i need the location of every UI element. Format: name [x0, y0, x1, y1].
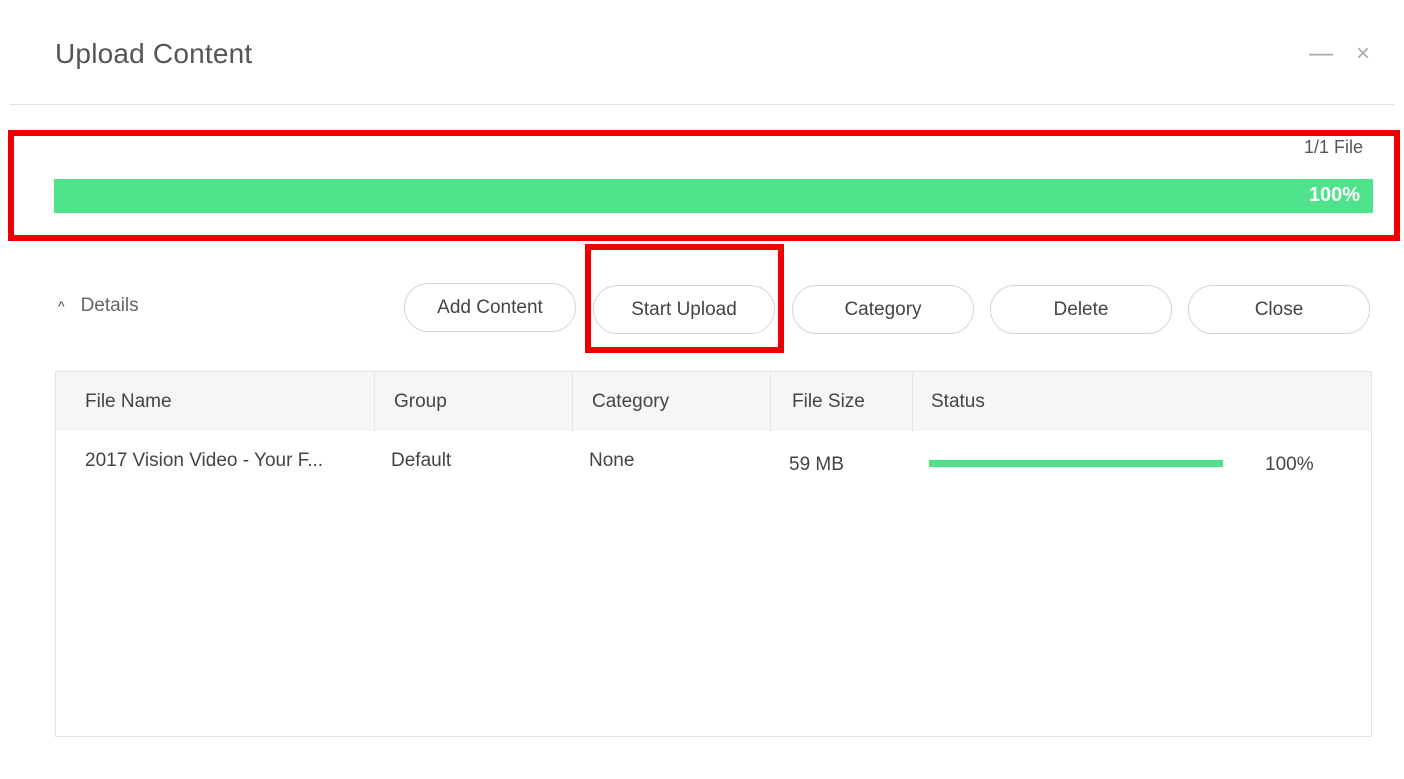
cell-file-size: 59 MB [789, 454, 844, 475]
close-icon[interactable]: × [1352, 40, 1374, 68]
details-toggle[interactable]: ^ Details [58, 295, 139, 317]
dialog-title: Upload Content [55, 38, 253, 69]
minimize-icon[interactable]: — [1309, 40, 1333, 68]
delete-button[interactable]: Delete [990, 285, 1172, 334]
add-content-button[interactable]: Add Content [404, 283, 576, 332]
close-button[interactable]: Close [1188, 285, 1370, 334]
file-table: File Name Group Category File Size Statu… [55, 371, 1372, 737]
start-upload-button[interactable]: Start Upload [593, 285, 775, 334]
overall-progress-fill [54, 179, 1373, 213]
column-header-category[interactable]: Category [573, 372, 771, 431]
upload-content-dialog: Upload Content — × 1/1 File 100% ^ Detai… [0, 0, 1404, 779]
overall-progress-label: 100% [1308, 184, 1360, 206]
row-progress-fill [929, 460, 1223, 467]
column-header-status[interactable]: Status [913, 372, 1370, 431]
header-divider [10, 104, 1394, 105]
chevron-up-icon: ^ [58, 298, 65, 314]
details-label: Details [80, 295, 139, 316]
row-progress-bar [929, 460, 1223, 467]
category-button[interactable]: Category [792, 285, 974, 334]
cell-status-percent: 100% [1265, 454, 1314, 475]
overall-progress-bar: 100% [54, 179, 1373, 213]
table-row[interactable]: 2017 Vision Video - Your F... Default No… [56, 432, 1371, 492]
cell-group: Default [391, 450, 452, 471]
cell-category: None [589, 450, 635, 471]
column-header-file-size[interactable]: File Size [771, 372, 913, 431]
table-header: File Name Group Category File Size Statu… [56, 372, 1371, 431]
file-count: 1/1 File [1303, 137, 1363, 157]
window-controls: — × [1309, 40, 1374, 68]
cell-file-name: 2017 Vision Video - Your F... [85, 450, 324, 471]
column-header-file-name[interactable]: File Name [56, 372, 375, 431]
column-header-group[interactable]: Group [375, 372, 573, 431]
